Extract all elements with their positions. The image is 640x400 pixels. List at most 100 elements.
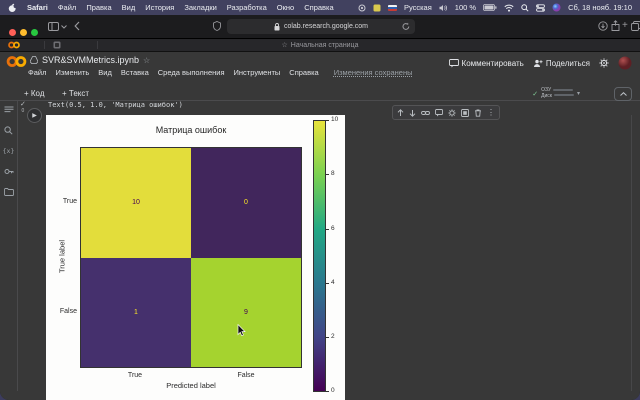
address-bar[interactable]: colab.research.google.com xyxy=(227,19,415,34)
xtick-true: True xyxy=(127,372,143,379)
secrets-key-icon[interactable] xyxy=(4,167,14,176)
add-code-button[interactable]: + Код xyxy=(24,89,45,98)
matrix-cell-0-0: 10 xyxy=(81,148,191,258)
copy-link-icon[interactable] xyxy=(421,110,430,116)
variables-icon[interactable]: {x} xyxy=(3,147,15,155)
wifi-icon[interactable] xyxy=(504,4,514,12)
sidebar-toggle-icon[interactable] xyxy=(48,22,59,31)
colab-menu-help[interactable]: Справка xyxy=(289,68,318,77)
colab-menu-view[interactable]: Вид xyxy=(98,68,112,77)
menubar-item-window[interactable]: Окно xyxy=(277,3,294,12)
colab-menu-insert[interactable]: Вставка xyxy=(121,68,149,77)
siri-icon[interactable] xyxy=(552,3,561,12)
colab-logo[interactable] xyxy=(6,55,27,68)
avatar[interactable] xyxy=(618,56,632,70)
notebook-filename[interactable]: SVR&SVMMetrics.ipynb xyxy=(42,55,139,65)
more-actions-icon[interactable]: ⋮ xyxy=(487,108,495,117)
plot-output-figure: Матрица ошибок 10 0 1 9 True False True … xyxy=(46,115,345,400)
xtick-false: False xyxy=(237,372,255,379)
notebook-sidebar: {x} xyxy=(0,101,18,391)
colorbar-tick-4: 4 xyxy=(331,279,335,286)
connected-check-icon: ✓ xyxy=(532,90,539,98)
resources-caret-icon: ▾ xyxy=(576,91,580,97)
ytick-true: True xyxy=(62,198,77,205)
cell-toolbar: ⋮ xyxy=(392,105,500,120)
disk-label: Диск xyxy=(541,92,552,99)
battery-icon[interactable] xyxy=(483,4,497,11)
volume-icon[interactable] xyxy=(439,4,448,12)
collapse-header-button[interactable] xyxy=(614,87,632,101)
control-center-icon[interactable] xyxy=(536,3,545,12)
drive-file-icon xyxy=(30,56,38,64)
colab-menu-runtime[interactable]: Среда выполнения xyxy=(158,68,225,77)
battery-percent-label[interactable]: 100 % xyxy=(455,3,476,12)
add-text-button[interactable]: + Текст xyxy=(62,89,89,98)
colorbar-tick-10: 10 xyxy=(331,116,339,123)
confusion-matrix: 10 0 1 9 xyxy=(80,147,302,368)
tab-start-page[interactable]: ☆ Начальная страница xyxy=(0,41,640,49)
back-button[interactable] xyxy=(74,21,80,31)
matrix-cell-1-1: 9 xyxy=(191,257,301,367)
move-cell-up-icon[interactable] xyxy=(397,108,404,117)
cell-exec-time: 0 xyxy=(21,108,25,114)
menubar-item-develop[interactable]: Разработка xyxy=(227,3,267,12)
menubar-item-safari[interactable]: Safari xyxy=(27,3,48,12)
resources-indicator[interactable]: ✓ ОЗУ Диск ▾ xyxy=(532,87,580,99)
comment-label: Комментировать xyxy=(461,58,524,68)
matrix-value-1-0: 1 xyxy=(134,308,138,316)
menubar-item-help[interactable]: Справка xyxy=(304,3,333,12)
menubar-item-file[interactable]: Файл xyxy=(58,3,76,12)
downloads-icon[interactable] xyxy=(598,21,608,31)
menubar-item-view[interactable]: Вид xyxy=(122,3,136,12)
sidebar-chevron-icon[interactable] xyxy=(61,25,67,29)
colab-menu-edit[interactable]: Изменить xyxy=(55,68,89,77)
colorbar-tick-6: 6 xyxy=(331,225,335,232)
new-tab-icon[interactable]: + xyxy=(622,20,628,31)
tab-bar: ☆ Начальная страница xyxy=(0,39,640,52)
notebook-toolbar: + Код + Текст ✓ ОЗУ Диск ▾ xyxy=(0,87,640,101)
add-comment-icon[interactable] xyxy=(435,108,443,117)
keyboard-flag-icon[interactable] xyxy=(387,4,397,11)
privacy-shield-icon[interactable] xyxy=(213,21,221,31)
share-button[interactable]: Поделиться xyxy=(533,59,590,68)
mirror-cell-icon[interactable] xyxy=(461,108,469,117)
mouse-cursor xyxy=(237,324,246,337)
safari-window: colab.research.google.com + ☆ Начальная с… xyxy=(0,15,640,400)
tab-overview-icon[interactable] xyxy=(631,21,640,31)
delete-cell-icon[interactable] xyxy=(474,109,482,117)
matrix-value-0-0: 10 xyxy=(132,199,140,207)
cell-settings-gear-icon[interactable] xyxy=(448,108,456,117)
menubar-item-history[interactable]: История xyxy=(145,3,174,12)
apple-menu-icon[interactable] xyxy=(8,3,17,13)
move-cell-down-icon[interactable] xyxy=(409,109,416,117)
find-replace-icon[interactable] xyxy=(4,126,13,135)
save-status[interactable]: Изменения сохранены xyxy=(334,68,413,77)
x-axis-label: Predicted label xyxy=(166,381,216,390)
colab-menu-tools[interactable]: Инструменты xyxy=(234,68,281,77)
settings-gear-icon[interactable] xyxy=(599,58,609,68)
play-icon: ▶ xyxy=(32,113,37,119)
yellow-app-status-icon[interactable] xyxy=(373,4,381,12)
table-of-contents-icon[interactable] xyxy=(4,106,14,114)
files-folder-icon[interactable] xyxy=(3,188,14,196)
reload-icon[interactable] xyxy=(402,22,410,31)
share-icon[interactable] xyxy=(611,20,620,31)
menubar-item-bookmarks[interactable]: Закладки xyxy=(184,3,216,12)
cell-output-text: Text(0.5, 1.0, 'Матрица ошибок') xyxy=(48,101,183,109)
matrix-value-0-1: 0 xyxy=(244,199,248,207)
star-notebook-icon[interactable]: ☆ xyxy=(143,56,150,65)
tab-title: Начальная страница xyxy=(290,42,359,49)
safari-toolbar: colab.research.google.com + xyxy=(0,15,640,39)
menubar-clock[interactable]: Сб, 18 нояб. 19:10 xyxy=(568,3,632,12)
colab-menu-file[interactable]: Файл xyxy=(28,68,46,77)
input-source-label[interactable]: Русская xyxy=(404,3,432,12)
ytick-false: False xyxy=(59,308,77,315)
url-text: colab.research.google.com xyxy=(283,23,369,30)
menubar-item-edit[interactable]: Правка xyxy=(86,3,111,12)
comment-button[interactable]: Комментировать xyxy=(448,58,524,68)
colorbar-tick-2: 2 xyxy=(331,333,335,340)
spotlight-search-icon[interactable] xyxy=(521,3,529,12)
record-status-icon[interactable] xyxy=(358,4,366,12)
colorbar-tick-8: 8 xyxy=(331,170,335,177)
run-cell-button[interactable]: ▶ xyxy=(27,108,42,123)
